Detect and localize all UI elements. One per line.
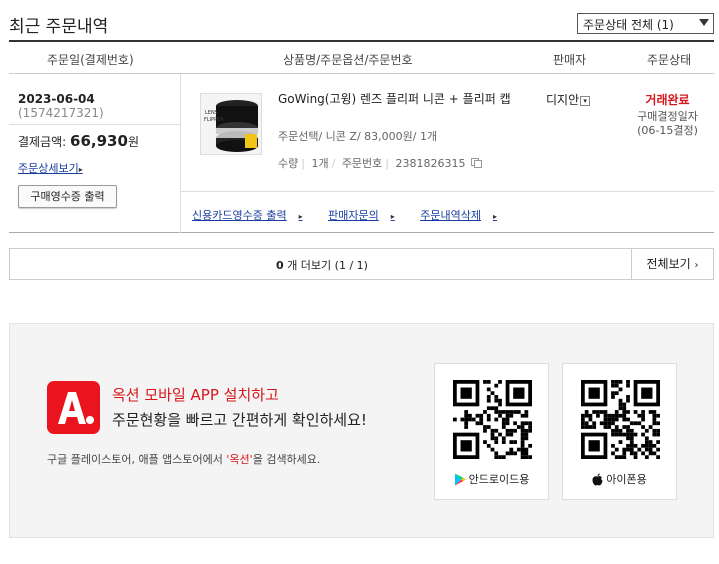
card-receipt-link-label: 신용카드영수증 출력 (192, 209, 287, 222)
lens-flipper-image: LENS FLIPPER (201, 94, 261, 154)
android-label-text: 안드로이드용 (468, 473, 530, 486)
android-qr-card[interactable]: 안드로이드용 (434, 363, 549, 500)
ios-qr-card[interactable]: 아이폰용 (562, 363, 677, 500)
purchase-receipt-button[interactable]: 구매영수증 출력 (18, 185, 117, 208)
payment-amount-label: 결제금액: (18, 135, 67, 149)
payment-number: (1574217321) (18, 106, 104, 120)
chevron-right-icon: ▸ (492, 212, 497, 221)
order-detail-link[interactable]: 주문상세보기▸ (18, 160, 83, 176)
divider (181, 191, 714, 192)
delete-order-link-label: 주문내역삭제 (420, 209, 481, 222)
col-header-product: 상품명/주문옵션/주문번호 (283, 53, 413, 67)
promo-subtitle: 주문현황을 빠르고 간편하게 확인하세요! (112, 411, 367, 429)
page-header: 최근 주문내역 주문상태 전체 (1) (9, 10, 714, 40)
col-header-seller: 판매자 (553, 53, 587, 67)
seller-inquiry-link-label: 판매자문의 (328, 209, 379, 222)
card-receipt-link[interactable]: 신용카드영수증 출력 ▸ (192, 209, 314, 222)
google-play-icon (454, 473, 466, 486)
view-all-label: 전체보기 (646, 257, 691, 271)
apple-icon (592, 473, 603, 486)
quantity-order-number: 수량 | 1개 / 주문번호 | 2381826315 (278, 155, 483, 171)
chevron-right-icon: ▸ (390, 212, 395, 221)
load-more-bar: 0 개 더보기 (1 / 1) 전체보기 › (9, 248, 714, 280)
seller-name[interactable]: 디지안 ▾ (546, 91, 591, 108)
status-decision-date-label: 구매결정일자 (637, 110, 698, 123)
order-number-value: 2381826315 (395, 157, 466, 170)
load-more-count: 0 (276, 259, 284, 272)
order-number-label: 주문번호 (341, 157, 383, 170)
payment-amount: 결제금액: 66,930원 (18, 132, 139, 150)
seller-inquiry-link[interactable]: 판매자문의 ▸ (328, 209, 406, 222)
chevron-down-icon (699, 19, 709, 26)
promo-note-text: 구글 플레이스토어, 애플 앱스토어에서 (47, 453, 227, 466)
order-table-header: 주문일(결제번호) 상품명/주문옵션/주문번호 판매자 주문상태 (9, 40, 714, 74)
page-title: 최근 주문내역 (9, 17, 109, 37)
order-summary: 2023-06-04 (1574217321) 결제금액: 66,930원 주문… (9, 74, 181, 233)
copy-icon[interactable] (471, 158, 483, 168)
product-thumbnail[interactable]: LENS FLIPPER (200, 93, 262, 155)
promo-note-highlight: '옥션' (226, 453, 253, 466)
product-option: 주문선택/ 니콘 Z/ 83,000원/ 1개 (278, 130, 438, 143)
promo-note-text-end: 을 검색하세요. (252, 453, 321, 466)
status-complete: 거래완료 (645, 93, 690, 107)
payment-amount-value: 66,930 (70, 132, 128, 150)
payment-amount-unit: 원 (127, 135, 139, 149)
status-decision-date: (06-15결정) (637, 124, 698, 137)
promo-title: 옥션 모바일 APP 설치하고 (112, 386, 279, 404)
app-promo-banner: 옥션 모바일 APP 설치하고 주문현황을 빠르고 간편하게 확인하세요! 구글… (9, 323, 714, 538)
order-status: 거래완료 구매결정일자 (06-15결정) (621, 91, 714, 138)
col-header-status: 주문상태 (647, 53, 692, 67)
order-row: 2023-06-04 (1574217321) 결제금액: 66,930원 주문… (9, 74, 714, 233)
order-action-links: 신용카드영수증 출력 ▸ 판매자문의 ▸ 주문내역삭제 ▸ (192, 207, 519, 223)
col-header-date: 주문일(결제번호) (47, 53, 134, 67)
chevron-right-icon: ▸ (78, 165, 83, 174)
android-qr-code (453, 380, 532, 459)
ios-qr-code (581, 380, 660, 459)
chevron-right-icon: › (694, 260, 699, 271)
android-label: 안드로이드용 (435, 471, 548, 487)
auction-app-logo (47, 381, 100, 434)
load-more-button[interactable]: 0 개 더보기 (1 / 1) (10, 257, 634, 273)
order-status-filter-value: 주문상태 전체 (1) (583, 18, 674, 32)
quantity-label: 수량 (278, 157, 299, 170)
order-date: 2023-06-04 (1574217321) (18, 92, 180, 120)
order-date-value: 2023-06-04 (18, 92, 95, 106)
product-name-link[interactable]: GoWing(고윙) 렌즈 플리퍼 니콘 + 플리퍼 캡 (278, 91, 518, 107)
quantity-value: 1개 (311, 157, 329, 170)
chevron-down-icon: ▾ (580, 96, 591, 106)
load-more-label: 개 더보기 (1 / 1) (287, 259, 368, 272)
seller-name-label: 디지안 (546, 93, 580, 107)
delete-order-link[interactable]: 주문내역삭제 ▸ (420, 209, 508, 222)
chevron-right-icon: ▸ (298, 212, 303, 221)
order-status-filter[interactable]: 주문상태 전체 (1) (577, 13, 714, 34)
view-all-button[interactable]: 전체보기 › (631, 249, 713, 279)
svg-text:FLIPPER: FLIPPER (204, 117, 224, 123)
svg-text:LENS: LENS (205, 110, 218, 116)
ios-label-text: 아이폰용 (606, 473, 647, 486)
ios-label: 아이폰용 (563, 471, 676, 487)
promo-note: 구글 플레이스토어, 애플 앱스토어에서 '옥션'을 검색하세요. (47, 451, 320, 467)
order-detail-link-label: 주문상세보기 (18, 162, 79, 175)
divider (9, 124, 180, 125)
